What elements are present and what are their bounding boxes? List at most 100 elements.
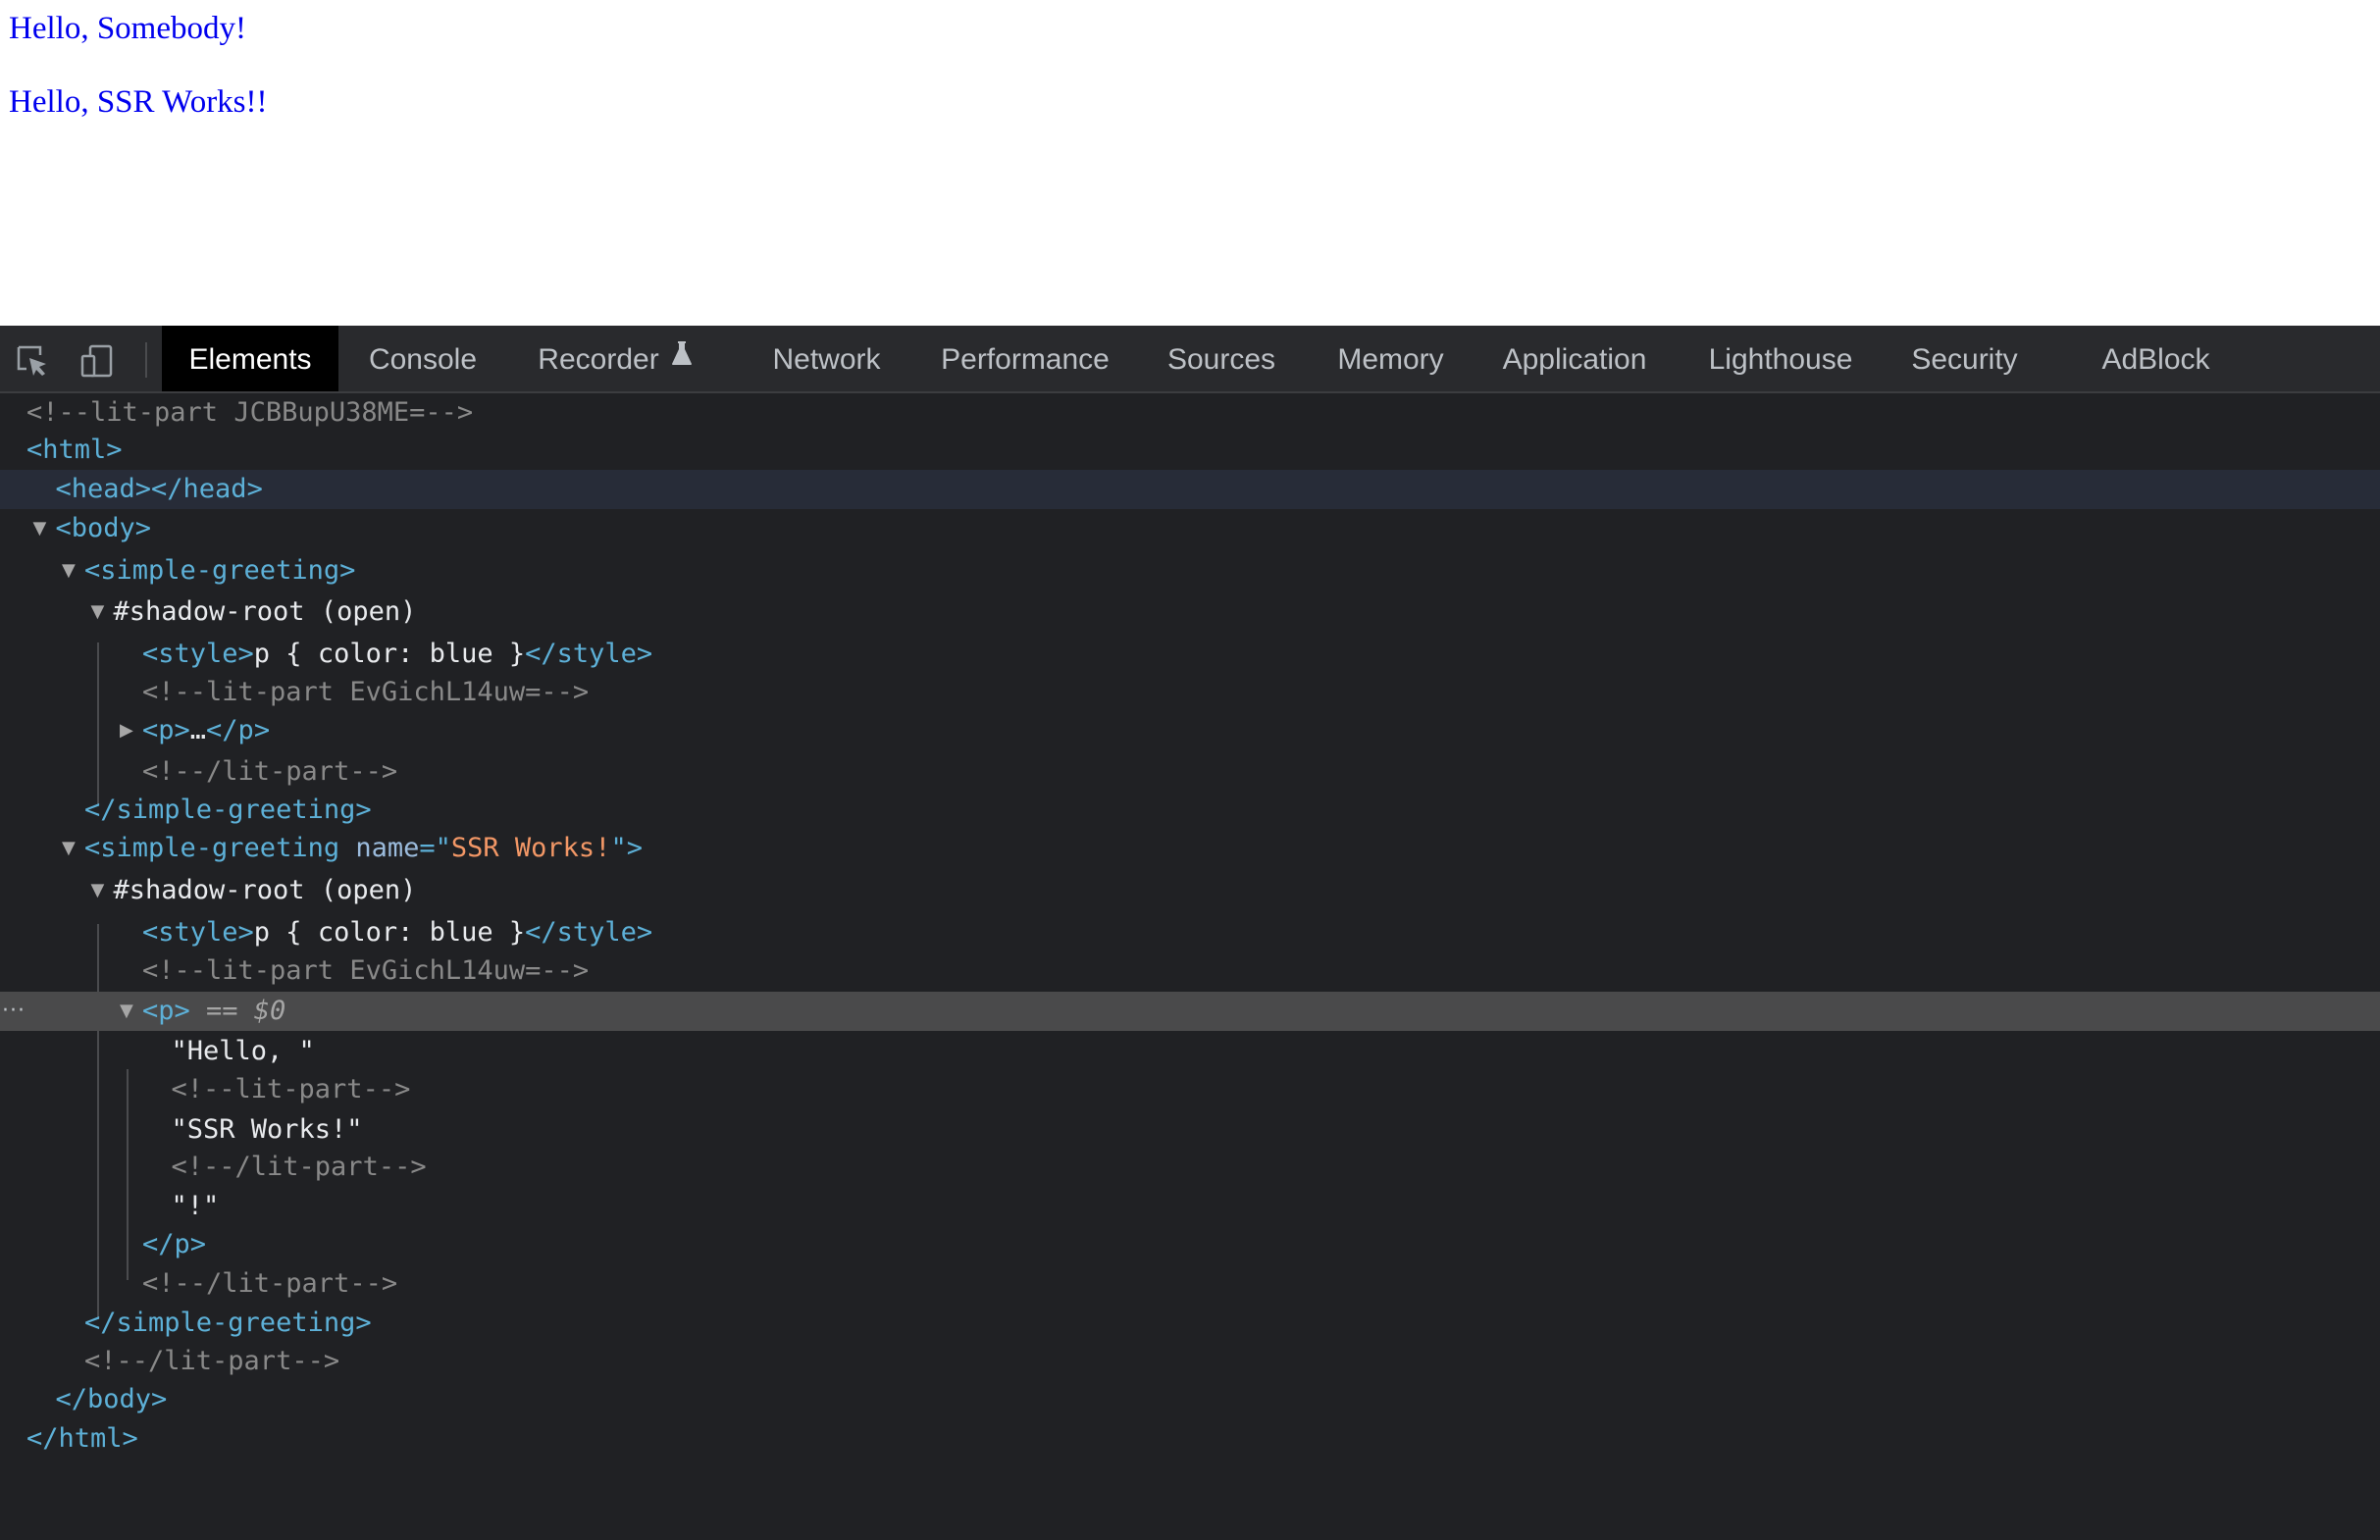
dom-node[interactable]: <head></head> [0, 470, 2380, 509]
token-txt: "!" [171, 1191, 220, 1221]
dom-node[interactable]: <!--lit-part EvGichL14uw=--> [0, 673, 2380, 712]
node-markup: #shadow-root (open) [114, 871, 417, 910]
node-markup: <!--/lit-part--> [172, 1148, 427, 1187]
token-txt: #shadow-root (open) [113, 596, 417, 627]
node-markup: <!--/lit-part--> [84, 1342, 339, 1381]
node-markup: </simple-greeting> [84, 791, 372, 830]
token-tag: </html> [26, 1423, 138, 1454]
token-txt: "SSR Works!" [171, 1114, 363, 1145]
dom-node[interactable]: </html> [0, 1419, 2380, 1459]
token-txt: … [189, 715, 207, 745]
tab-sources[interactable]: Sources [1148, 326, 1295, 391]
token-txt: p { color: blue } [253, 639, 526, 669]
token-tag: <style> [142, 917, 254, 948]
dom-node[interactable]: <!--/lit-part--> [0, 1148, 2380, 1187]
tab-adblock[interactable]: AdBlock [2080, 326, 2232, 391]
dom-node[interactable]: ▼ <simple-greeting name="SSR Works!"> [0, 829, 2380, 868]
node-markup: <style>p { color: blue }</style> [142, 635, 652, 674]
node-markup: <!--lit-part EvGichL14uw=--> [142, 673, 589, 712]
expand-triangle-icon[interactable]: ▶ [120, 711, 139, 750]
token-cmt: <!--lit-part EvGichL14uw=--> [142, 955, 590, 986]
token-attr: name [355, 833, 420, 863]
token-cmt: <!--lit-part JCBBupU38ME=--> [26, 397, 474, 428]
token-txt: #shadow-root (open) [113, 875, 417, 905]
token-tag: </body> [55, 1384, 168, 1414]
dom-node[interactable]: <!--/lit-part--> [0, 1264, 2380, 1304]
node-markup: </body> [56, 1380, 168, 1419]
node-markup: <!--/lit-part--> [142, 752, 397, 792]
devtools-panel: Elements Console Recorder Network Perfor… [0, 326, 2380, 1540]
toolbar-separator [145, 342, 147, 378]
dom-node[interactable]: ▼ #shadow-root (open) [0, 592, 2380, 632]
collapse-triangle-icon[interactable]: ▼ [62, 551, 81, 590]
dom-node[interactable]: </body> [0, 1380, 2380, 1419]
tab-memory[interactable]: Memory [1319, 326, 1462, 391]
dom-node[interactable]: "SSR Works!" [0, 1110, 2380, 1150]
device-toolbar-icon[interactable] [80, 344, 114, 378]
node-markup: "!" [172, 1187, 220, 1226]
token-cmt: <!--/lit-part--> [142, 1268, 398, 1299]
dom-node[interactable]: ▼ #shadow-root (open) [0, 871, 2380, 910]
token-tag: </p> [142, 1229, 207, 1259]
dom-node[interactable]: <!--/lit-part--> [0, 1342, 2380, 1381]
node-markup: "SSR Works!" [172, 1110, 363, 1150]
node-markup: <p> == $0 [142, 992, 285, 1031]
node-markup: </simple-greeting> [84, 1304, 372, 1343]
collapse-triangle-icon[interactable]: ▼ [33, 509, 53, 548]
token-tag: <body> [55, 513, 152, 543]
tab-elements[interactable]: Elements [162, 326, 338, 391]
node-markup: <!--lit-part--> [172, 1070, 411, 1109]
tab-network[interactable]: Network [755, 326, 898, 391]
node-markup: <p>…</p> [142, 711, 270, 750]
dom-node[interactable]: <style>p { color: blue }</style> [0, 913, 2380, 952]
dom-node[interactable]: ▼ <simple-greeting> [0, 551, 2380, 590]
collapse-triangle-icon[interactable]: ▼ [91, 592, 111, 632]
tab-recorder[interactable]: Recorder [520, 326, 710, 391]
token-tag: </simple-greeting> [84, 1308, 372, 1338]
dom-node[interactable]: </simple-greeting> [0, 1304, 2380, 1343]
token-cmt: <!--/lit-part--> [142, 756, 398, 787]
dom-node[interactable]: ▶ <p>…</p> [0, 711, 2380, 750]
token-txt: "Hello, " [171, 1036, 315, 1066]
token-cmt: <!--/lit-part--> [171, 1152, 427, 1182]
token-tag: </p> [206, 715, 271, 745]
flask-icon [671, 323, 693, 391]
collapse-triangle-icon[interactable]: ▼ [62, 829, 81, 868]
collapse-triangle-icon[interactable]: ▼ [91, 871, 111, 910]
token-tag: <p> [142, 715, 190, 745]
token-txt: p { color: blue } [253, 917, 526, 948]
dom-node-selected[interactable]: ··· ▼ <p> == $0 [0, 992, 2380, 1031]
node-markup: </p> [142, 1225, 206, 1264]
inspect-element-icon[interactable] [16, 344, 49, 378]
collapse-triangle-icon[interactable]: ▼ [120, 992, 139, 1031]
token-tag: <style> [142, 639, 254, 669]
tab-security[interactable]: Security [1898, 326, 2031, 391]
dom-node[interactable]: <html> [0, 431, 2380, 470]
token-tag: <simple-greeting [84, 833, 356, 863]
tab-lighthouse[interactable]: Lighthouse [1690, 326, 1871, 391]
more-options-icon[interactable]: ··· [2, 992, 26, 1031]
dom-node[interactable]: <!--lit-part EvGichL14uw=--> [0, 951, 2380, 991]
dom-node[interactable]: <!--/lit-part--> [0, 752, 2380, 792]
token-tag: <html> [26, 435, 123, 465]
tab-performance[interactable]: Performance [922, 326, 1128, 391]
node-markup: <style>p { color: blue }</style> [142, 913, 652, 952]
token-tag: =" [419, 833, 451, 863]
dom-node[interactable]: "Hello, " [0, 1032, 2380, 1071]
node-markup: <simple-greeting> [84, 551, 355, 590]
tab-application[interactable]: Application [1486, 326, 1663, 391]
token-tag: </simple-greeting> [84, 795, 372, 825]
dom-node[interactable]: ▼ <body> [0, 509, 2380, 548]
tab-console[interactable]: Console [343, 326, 502, 391]
elements-tree: <!--lit-part JCBBupU38ME=--> <html> <head>… [0, 393, 2380, 1540]
dom-node[interactable]: "!" [0, 1187, 2380, 1226]
dom-node[interactable]: <style>p { color: blue }</style> [0, 635, 2380, 674]
token-val: SSR Works! [450, 833, 611, 863]
node-markup: #shadow-root (open) [114, 592, 417, 632]
token-tag: <simple-greeting> [84, 555, 356, 586]
dom-node[interactable]: <!--lit-part JCBBupU38ME=--> [0, 393, 2380, 433]
token-tag: <p> [142, 996, 190, 1026]
dom-node[interactable]: <!--lit-part--> [0, 1070, 2380, 1109]
dom-node[interactable]: </p> [0, 1225, 2380, 1264]
dom-node[interactable]: </simple-greeting> [0, 791, 2380, 830]
